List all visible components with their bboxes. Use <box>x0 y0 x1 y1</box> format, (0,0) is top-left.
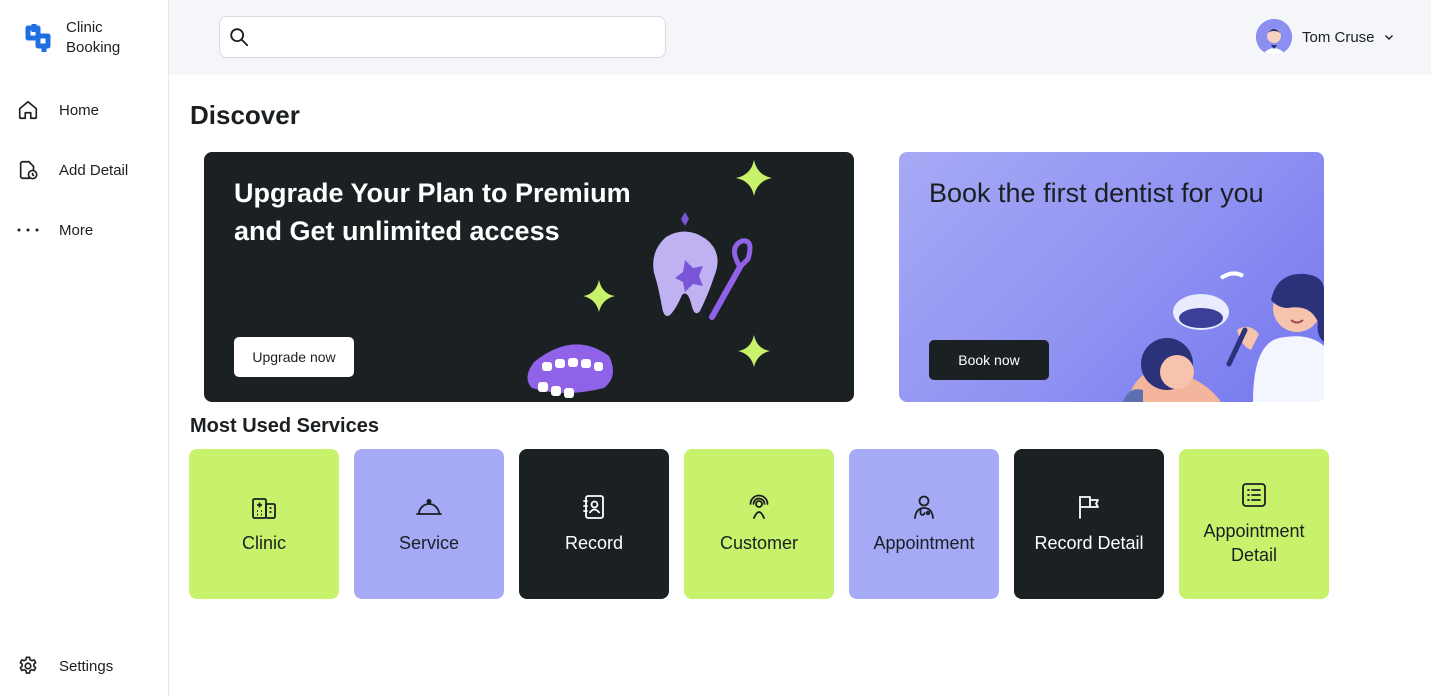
service-tile-service[interactable]: Service <box>354 449 504 599</box>
gear-icon <box>16 654 40 678</box>
top-bar: Tom Cruse <box>169 0 1431 75</box>
home-icon <box>16 98 40 122</box>
service-tile-record[interactable]: Record <box>519 449 669 599</box>
settings-label: Settings <box>59 657 114 675</box>
sidebar: Clinic Booking Home Add Detail More Sett… <box>0 0 169 697</box>
tile-label: Appointment Detail <box>1203 521 1305 565</box>
sidebar-item-more[interactable]: More <box>16 216 93 244</box>
search-input[interactable] <box>256 18 665 56</box>
banner-headline: Book the first dentist for you <box>929 178 1264 208</box>
page-title: Discover <box>190 100 300 130</box>
tile-label: Customer <box>719 533 799 553</box>
section-title: Most Used Services <box>190 415 379 437</box>
sidebar-item-add-detail[interactable]: Add Detail <box>16 156 128 184</box>
book-now-button[interactable]: Book now <box>929 340 1049 380</box>
file-clock-icon <box>16 158 40 182</box>
search-box[interactable] <box>219 16 666 58</box>
upgrade-button[interactable]: Upgrade now <box>234 337 354 377</box>
app-logo[interactable]: Clinic Booking <box>22 18 136 58</box>
tile-label: Record Detail <box>1034 533 1144 553</box>
banner-headline: Upgrade Your Plan to Premium and Get unl… <box>234 178 631 246</box>
tile-label: Service <box>398 533 460 553</box>
dentist-banner: Book the first dentist for you Book now <box>899 152 1324 402</box>
service-bell-icon <box>416 499 442 515</box>
user-name: Tom Cruse <box>1302 28 1375 46</box>
tile-label: Appointment <box>873 533 975 553</box>
app-name: Clinic Booking <box>66 19 121 56</box>
user-menu[interactable]: Tom Cruse <box>1256 19 1395 55</box>
sidebar-item-label: Add Detail <box>59 161 129 179</box>
hospital-icon <box>252 498 276 519</box>
service-tile-appointment[interactable]: Appointment <box>849 449 999 599</box>
sidebar-item-settings[interactable]: Settings <box>16 652 113 680</box>
service-tile-customer[interactable]: Customer <box>684 449 834 599</box>
service-tile-record-detail[interactable]: Record Detail <box>1014 449 1164 599</box>
services-grid: Clinic Service Record Customer Appointme… <box>189 449 1344 599</box>
service-tile-appointment-detail[interactable]: Appointment Detail <box>1179 449 1329 599</box>
more-dots-icon <box>16 218 40 242</box>
sidebar-item-label: Home <box>59 101 100 119</box>
chevron-down-icon <box>1384 35 1393 40</box>
person-signal-icon <box>749 494 769 519</box>
avatar <box>1256 19 1292 55</box>
tile-label: Clinic <box>241 533 286 553</box>
list-detail-icon <box>1242 483 1266 507</box>
doctor-icon <box>914 495 934 519</box>
flags-icon <box>1079 496 1099 519</box>
premium-banner: Upgrade Your Plan to Premium and Get unl… <box>204 152 854 402</box>
contact-book-icon <box>583 495 604 519</box>
sidebar-item-label: More <box>59 221 94 239</box>
tile-label: Record <box>564 533 624 553</box>
search-icon <box>230 28 249 47</box>
sidebar-item-home[interactable]: Home <box>16 96 99 124</box>
logo-icon <box>25 24 51 52</box>
service-tile-clinic[interactable]: Clinic <box>189 449 339 599</box>
